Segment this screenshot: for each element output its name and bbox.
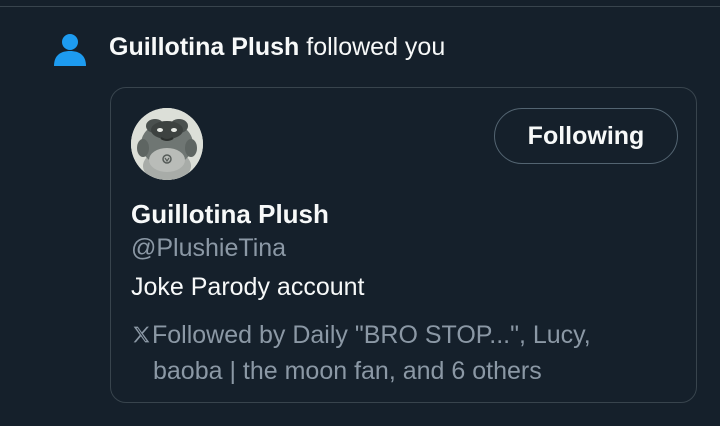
profile-handle[interactable]: @PlushieTina bbox=[131, 231, 286, 265]
actor-name-link[interactable]: Guillotina Plush bbox=[109, 33, 299, 61]
person-icon bbox=[54, 34, 86, 66]
plush-avatar bbox=[131, 108, 203, 180]
notification-page: Guillotina Plush followed you Following … bbox=[0, 0, 720, 426]
followed-by-line2: baoba | the moon fan, and 6 others bbox=[153, 357, 542, 385]
profile-bio: Joke Parody account bbox=[131, 273, 365, 301]
x-logo-icon bbox=[133, 326, 150, 343]
followed-by-line1: Followed by Daily "BRO STOP...", Lucy, bbox=[152, 321, 591, 349]
followed-by-text[interactable]: Followed by Daily "BRO STOP...", Lucy, b… bbox=[131, 317, 671, 389]
profile-card[interactable]: Following Guillotina Plush @PlushieTina … bbox=[110, 87, 697, 403]
notification-text: Guillotina Plush followed you bbox=[109, 30, 445, 64]
divider bbox=[0, 6, 720, 7]
avatar[interactable] bbox=[131, 108, 203, 180]
following-button[interactable]: Following bbox=[494, 108, 678, 164]
notification-action: followed you bbox=[299, 33, 446, 61]
profile-display-name[interactable]: Guillotina Plush bbox=[131, 196, 329, 232]
